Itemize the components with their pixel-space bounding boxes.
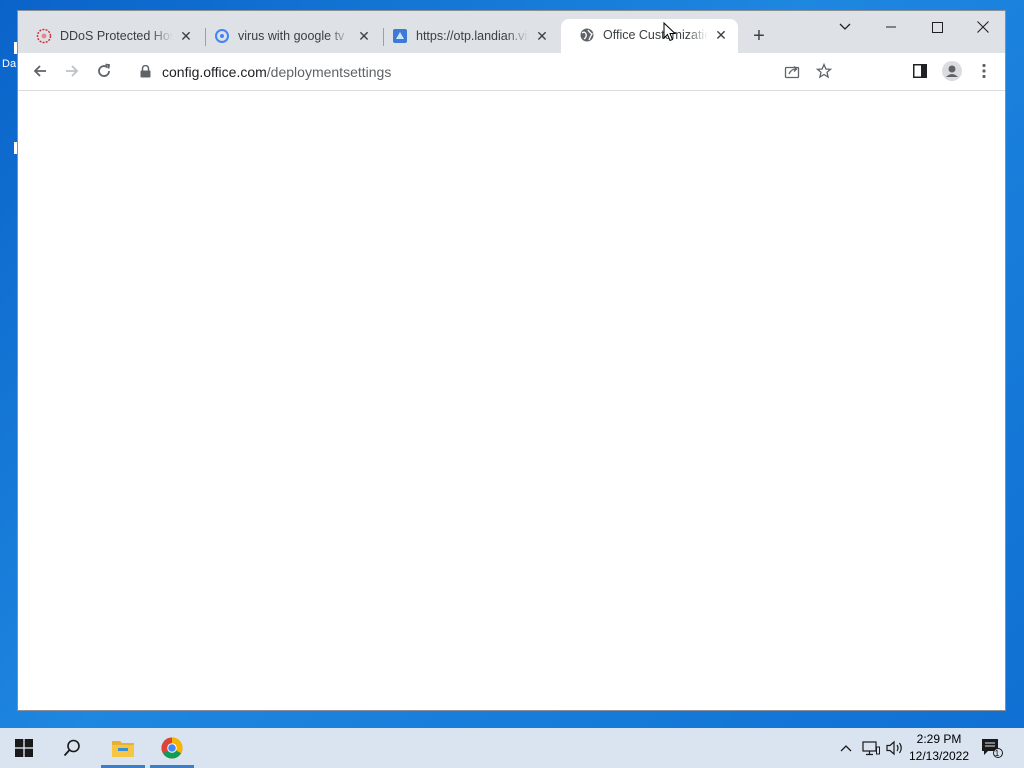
reload-button[interactable] xyxy=(90,57,118,85)
search-button[interactable] xyxy=(48,728,96,768)
avatar xyxy=(942,61,962,81)
tab-search-button[interactable] xyxy=(822,14,868,40)
reload-icon xyxy=(98,63,111,77)
profile-button[interactable] xyxy=(938,57,966,85)
address-bar[interactable]: config.office.com/deploymentsettings xyxy=(128,56,862,87)
desktop-icon-label: Da xyxy=(2,58,17,70)
notification-count: 1 xyxy=(994,749,1000,758)
show-hidden-icons-button[interactable] xyxy=(836,728,856,768)
taskbar: 2:29 PM 12/13/2022 1 xyxy=(0,728,1024,768)
close-icon[interactable]: ✕ xyxy=(177,27,195,45)
minimize-icon xyxy=(886,26,896,28)
arrow-right-icon xyxy=(66,65,79,77)
tab-title: DDoS Protected Host xyxy=(60,29,173,43)
side-panel-icon xyxy=(913,64,927,78)
tab-title: https://otp.landian.vip xyxy=(416,29,529,43)
network-button[interactable] xyxy=(860,728,882,768)
mouse-cursor-icon xyxy=(663,22,676,42)
maximize-icon xyxy=(931,21,943,33)
arrow-left-icon xyxy=(33,65,46,77)
chevron-down-icon xyxy=(839,23,851,30)
tab-title: Office Customization xyxy=(603,28,708,42)
chrome-taskbar-button[interactable] xyxy=(148,728,196,768)
share-icon[interactable] xyxy=(784,63,800,84)
minimize-button[interactable] xyxy=(868,14,914,40)
chrome-icon xyxy=(161,737,183,759)
back-button[interactable] xyxy=(26,57,54,85)
file-explorer-taskbar-button[interactable] xyxy=(99,728,147,768)
network-icon xyxy=(862,741,880,756)
close-icon[interactable]: ✕ xyxy=(533,27,551,45)
close-icon xyxy=(977,21,989,33)
action-center-button[interactable]: 1 xyxy=(980,728,1004,768)
google-lens-favicon-icon xyxy=(214,28,230,44)
url-text: config.office.com/deploymentsettings xyxy=(162,64,391,80)
otp-favicon-icon xyxy=(392,28,408,44)
globe-icon xyxy=(579,27,595,43)
lock-icon[interactable] xyxy=(138,65,152,79)
menu-button[interactable] xyxy=(970,57,998,85)
side-panel-button[interactable] xyxy=(906,57,934,85)
windows-logo-icon xyxy=(15,739,33,757)
close-icon[interactable]: ✕ xyxy=(355,27,373,45)
tab-otp-landian[interactable]: https://otp.landian.vip ✕ xyxy=(374,20,559,52)
start-button[interactable] xyxy=(0,728,48,768)
close-icon[interactable]: ✕ xyxy=(712,26,730,44)
clock-date: 12/13/2022 xyxy=(908,749,970,763)
more-vert-icon xyxy=(982,63,986,79)
tab-ddos[interactable]: DDoS Protected Host ✕ xyxy=(18,20,203,52)
chevron-up-icon xyxy=(840,745,852,752)
browser-window: DDoS Protected Host ✕ virus with google … xyxy=(17,10,1006,711)
search-icon xyxy=(63,739,80,757)
tab-virus-google-tv[interactable]: virus with google tv ✕ xyxy=(196,20,381,52)
clock-time: 2:29 PM xyxy=(916,732,962,746)
tab-title: virus with google tv xyxy=(238,29,345,43)
close-window-button[interactable] xyxy=(960,14,1006,40)
star-icon[interactable] xyxy=(815,62,833,84)
folder-icon xyxy=(112,741,134,757)
browser-toolbar: config.office.com/deploymentsettings xyxy=(18,53,1005,91)
taskbar-clock[interactable]: 2:29 PM 12/13/2022 xyxy=(902,731,976,765)
page-content[interactable] xyxy=(18,91,1005,710)
forward-button[interactable] xyxy=(58,57,86,85)
new-tab-button[interactable]: + xyxy=(748,25,770,47)
url-host: config.office.com xyxy=(162,63,267,80)
maximize-button[interactable] xyxy=(914,14,960,40)
ddos-favicon-icon xyxy=(36,28,52,44)
url-path: /deploymentsettings xyxy=(266,63,392,80)
